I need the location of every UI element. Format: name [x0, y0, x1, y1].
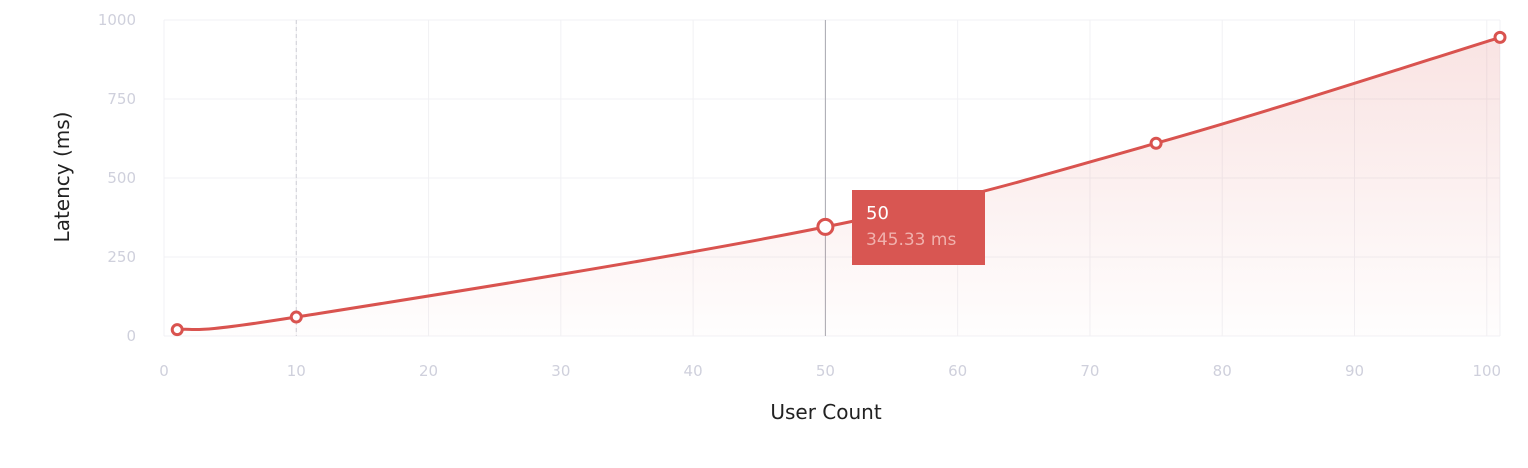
data-point[interactable] [1493, 30, 1507, 44]
chart-canvas: 0 10 20 30 40 50 60 70 80 90 100 0 250 500 750 1000 Us… [50, 11, 1507, 424]
x-tick-label: 100 [1472, 362, 1501, 380]
x-tick-label: 20 [419, 362, 438, 380]
highlighted-point[interactable] [816, 217, 835, 236]
y-tick-label: 750 [107, 90, 136, 108]
x-tick-label: 30 [551, 362, 570, 380]
tooltip-y-value: 345.33 ms [866, 230, 957, 250]
data-point[interactable] [289, 310, 303, 324]
y-axis-ticks: 0 250 500 750 1000 [98, 11, 136, 345]
x-tick-label: 90 [1345, 362, 1364, 380]
data-point[interactable] [170, 323, 184, 337]
latency-chart: 0 10 20 30 40 50 60 70 80 90 100 0 250 500 750 1000 Us… [0, 0, 1528, 468]
x-tick-label: 10 [287, 362, 306, 380]
data-point[interactable] [1149, 136, 1163, 150]
area-fill-group [177, 37, 1500, 336]
x-tick-label: 70 [1080, 362, 1099, 380]
y-tick-label: 250 [107, 248, 136, 266]
x-tick-label: 50 [816, 362, 835, 380]
series-area [177, 37, 1500, 336]
x-axis-title: User Count [770, 400, 881, 424]
y-axis-title: Latency (ms) [50, 112, 74, 243]
x-tick-label: 40 [684, 362, 703, 380]
x-axis-ticks: 0 10 20 30 40 50 60 70 80 90 100 [159, 362, 1501, 380]
y-tick-label: 1000 [98, 11, 136, 29]
x-tick-label: 60 [948, 362, 967, 380]
y-tick-label: 0 [126, 327, 136, 345]
tooltip: 50 345.33 ms [852, 190, 985, 265]
x-tick-label: 0 [159, 362, 169, 380]
tooltip-x-value: 50 [866, 203, 889, 224]
x-tick-label: 80 [1213, 362, 1232, 380]
y-tick-label: 500 [107, 169, 136, 187]
